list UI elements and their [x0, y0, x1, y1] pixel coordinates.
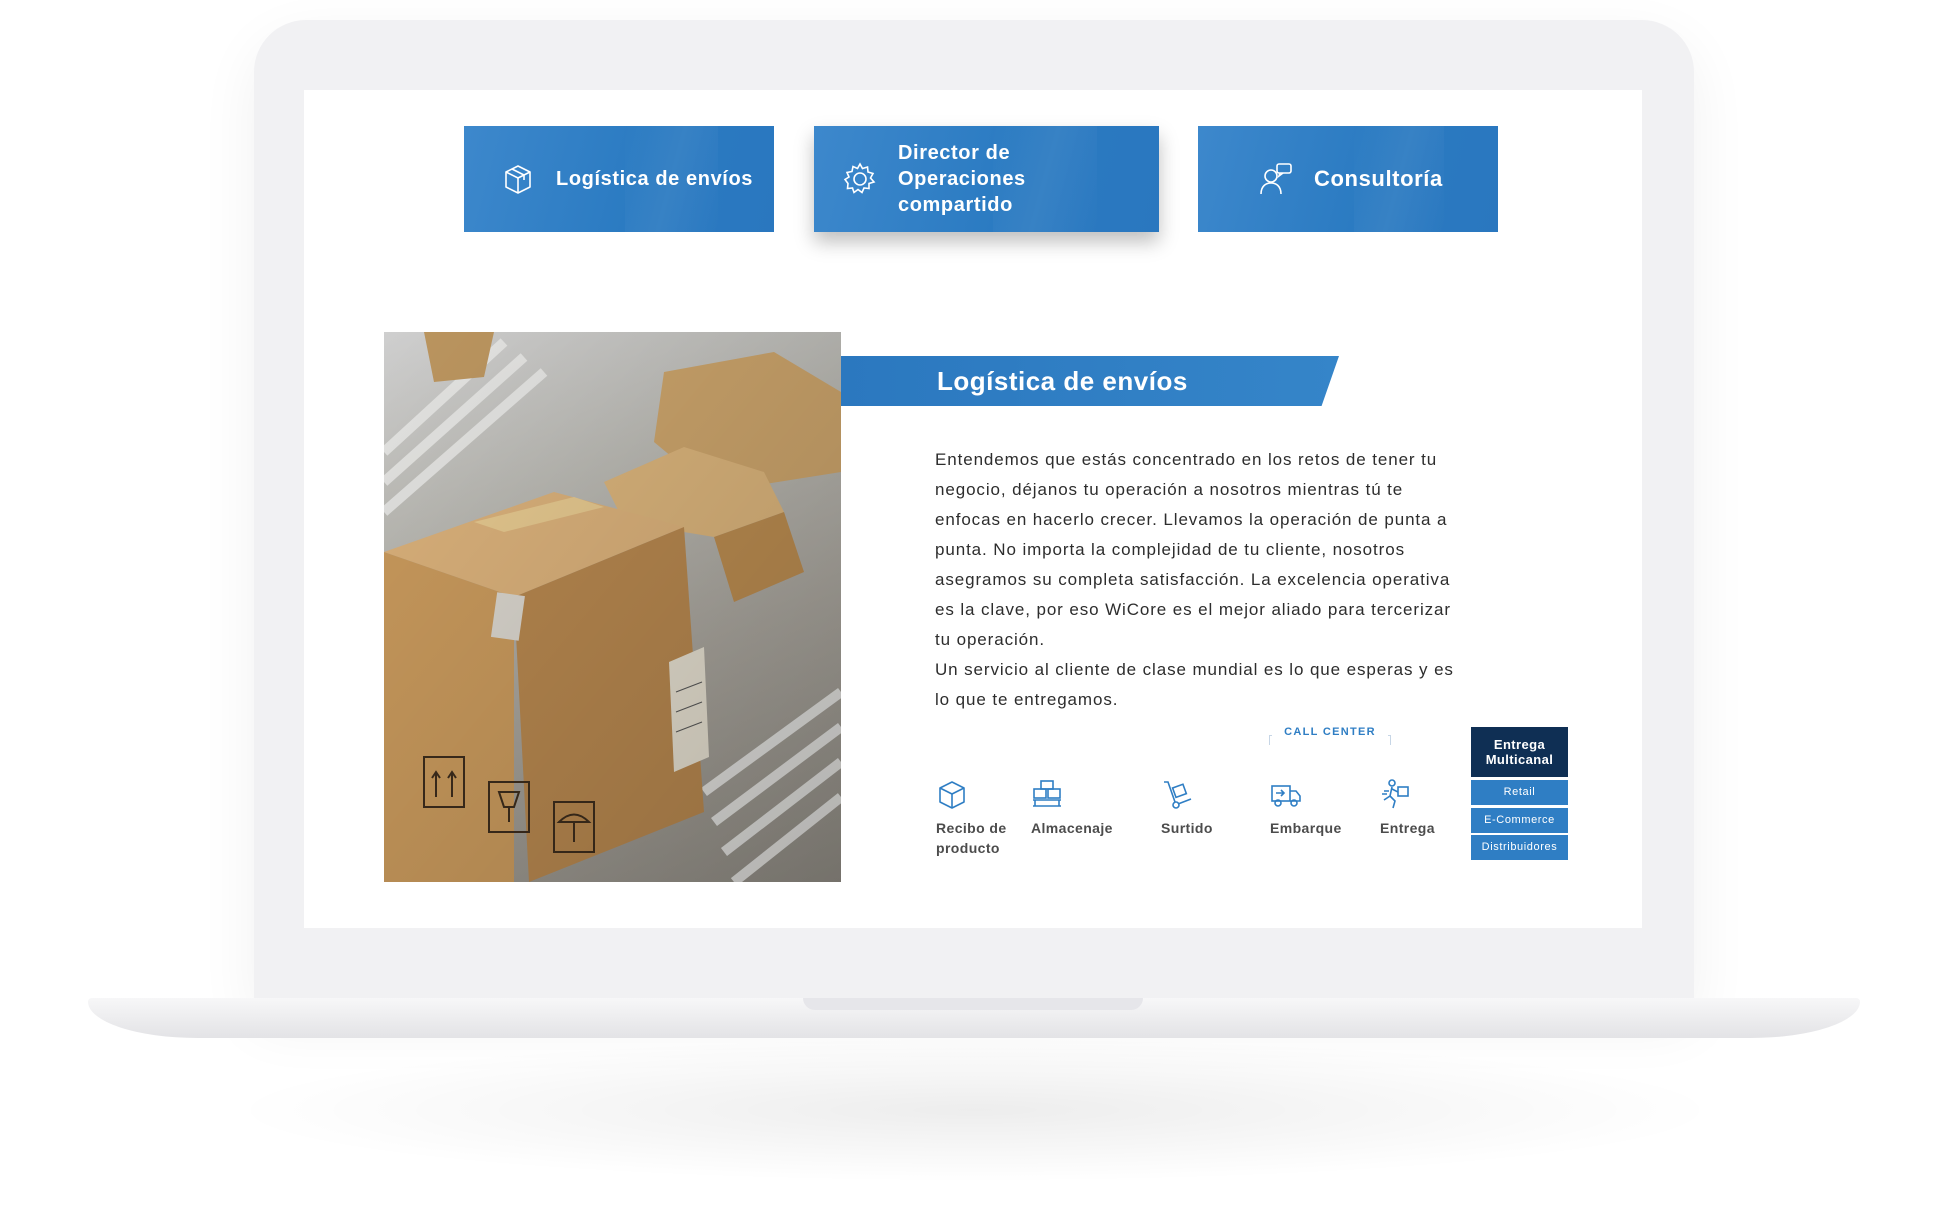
section-description: Entendemos que estás concentrado en los … [935, 445, 1455, 715]
box-icon [939, 781, 965, 809]
laptop-screen: Logística de envíos Director de Operacio… [304, 90, 1642, 928]
step-label: Recibo de producto [936, 820, 1007, 856]
multichannel-retail[interactable]: Retail [1471, 780, 1568, 805]
step-label: Embarque [1270, 820, 1342, 836]
boxes-photo [384, 332, 841, 882]
tab-label: Director de Operaciones compartido [898, 142, 1026, 216]
step-label: Surtido [1161, 820, 1213, 836]
hand-truck-icon [1164, 781, 1192, 809]
tab-label: Consultoría [1314, 166, 1443, 191]
delivery-person-icon [1382, 779, 1409, 809]
step-recibo: Recibo de producto [936, 778, 1026, 858]
step-label: Entrega [1380, 820, 1435, 836]
step-surtido: Surtido [1161, 778, 1231, 838]
truck-icon [1271, 785, 1301, 807]
description-paragraph: Un servicio al cliente de clase mundial … [935, 660, 1454, 709]
laptop-notch [803, 998, 1143, 1010]
step-almacenaje: Almacenaje [1031, 778, 1131, 838]
tab-logistica[interactable]: Logística de envíos [464, 126, 774, 232]
tab-label: Logística de envíos [556, 168, 754, 190]
laptop-shadow [200, 1035, 1750, 1185]
step-label: Almacenaje [1031, 820, 1113, 836]
step-embarque: Embarque [1270, 778, 1360, 838]
consultant-icon [1260, 163, 1292, 195]
tab-consultoria[interactable]: Consultoría [1198, 126, 1498, 232]
box-icon [505, 165, 531, 194]
tab-director-operaciones[interactable]: Director de Operaciones compartido [814, 126, 1159, 232]
step-entrega: Entrega [1380, 778, 1450, 838]
warehouse-icon [1033, 780, 1061, 807]
multichannel-header: Entrega Multicanal [1471, 727, 1568, 777]
call-center-label: CALL CENTER [1272, 726, 1388, 738]
multichannel-distribuidores[interactable]: Distribuidores [1471, 835, 1568, 860]
multichannel-ecommerce[interactable]: E-Commerce [1471, 808, 1568, 833]
description-paragraph: Entendemos que estás concentrado en los … [935, 450, 1451, 649]
gear-icon [843, 162, 876, 194]
section-title: Logística de envíos [937, 366, 1188, 396]
